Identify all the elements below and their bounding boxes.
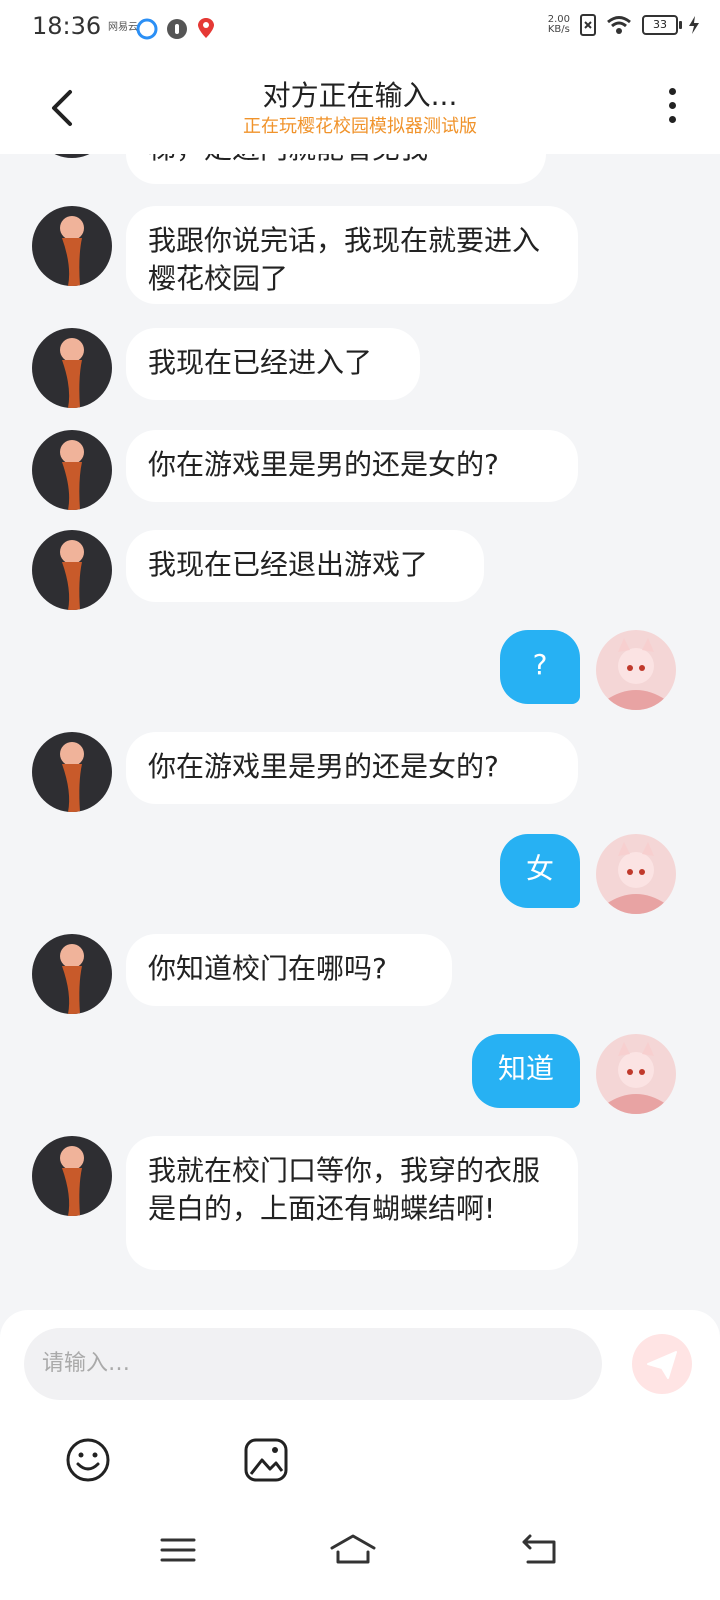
image-icon — [244, 1438, 288, 1482]
message-bubble[interactable]: 我现在已经进入了 — [126, 328, 420, 400]
contact-avatar[interactable] — [32, 154, 112, 158]
back-nav-button[interactable] — [516, 1530, 566, 1570]
avatar-image — [606, 842, 666, 914]
system-nav-bar — [0, 1520, 720, 1600]
message-bubble[interactable]: 你在游戏里是男的还是女的? — [126, 430, 578, 502]
home-nav-button[interactable] — [328, 1530, 378, 1570]
sim-icon — [580, 14, 596, 36]
message-list[interactable]: 梯，走进门就能看见我 我跟你说完话，我现在就要进入樱花校园了 我现在已经进入了 … — [0, 154, 720, 1312]
more-options-button[interactable] — [660, 84, 684, 128]
avatar-image — [60, 540, 84, 610]
notification-app-icon — [136, 18, 158, 40]
status-bar: 18:36 网易云 2.00 KB/s 33 — [0, 0, 720, 60]
user-avatar[interactable] — [596, 1034, 676, 1114]
contact-avatar[interactable] — [32, 934, 112, 1014]
avatar-image — [60, 440, 84, 510]
message-bubble[interactable]: 梯，走进门就能看见我 — [126, 154, 546, 184]
message-bubble[interactable]: 你在游戏里是男的还是女的? — [126, 732, 578, 804]
avatar-image — [606, 638, 666, 710]
message-input[interactable]: 请输入… — [24, 1328, 602, 1400]
contact-avatar[interactable] — [32, 732, 112, 812]
message-bubble[interactable]: 我现在已经退出游戏了 — [126, 530, 484, 602]
menu-icon — [160, 1538, 196, 1562]
back-arrow-icon — [522, 1534, 556, 1564]
voice-app-icon — [167, 19, 187, 39]
send-icon — [647, 1351, 677, 1379]
image-button[interactable] — [242, 1436, 290, 1484]
chat-title: 对方正在输入... — [262, 79, 458, 112]
message-bubble-self[interactable]: 知道 — [472, 1034, 580, 1108]
battery-indicator: 33 — [642, 15, 682, 35]
send-button[interactable] — [632, 1334, 692, 1394]
net-speed: 2.00 KB/s — [547, 14, 570, 35]
avatar-image — [60, 338, 84, 408]
user-avatar[interactable] — [596, 630, 676, 710]
charging-icon — [689, 16, 699, 34]
chat-subtitle: 正在玩樱花校园模拟器测试版 — [243, 116, 477, 137]
wifi-icon — [607, 16, 631, 34]
home-icon — [330, 1534, 376, 1564]
message-bubble-self[interactable]: 女 — [500, 834, 580, 908]
contact-avatar[interactable] — [32, 206, 112, 286]
emoji-icon — [66, 1438, 110, 1482]
avatar-image — [60, 944, 84, 1014]
message-bubble[interactable]: 我跟你说完话，我现在就要进入樱花校园了 — [126, 206, 578, 304]
avatar-image — [60, 1146, 84, 1216]
avatar-image — [606, 1042, 666, 1114]
emoji-button[interactable] — [64, 1436, 112, 1484]
contact-avatar[interactable] — [32, 1136, 112, 1216]
avatar-image — [60, 216, 84, 286]
message-bubble[interactable]: 你知道校门在哪吗? — [126, 934, 452, 1006]
contact-avatar[interactable] — [32, 430, 112, 510]
chat-header: 对方正在输入... 正在玩樱花校园模拟器测试版 — [0, 60, 720, 154]
contact-avatar[interactable] — [32, 328, 112, 408]
location-app-icon — [198, 18, 214, 38]
more-vertical-icon — [660, 88, 684, 123]
message-bubble[interactable]: 我就在校门口等你，我穿的衣服是白的，上面还有蝴蝶结啊! — [126, 1136, 578, 1270]
user-avatar[interactable] — [596, 834, 676, 914]
message-bubble-self[interactable]: ? — [500, 630, 580, 704]
status-time: 18:36 — [32, 12, 102, 40]
avatar-image — [60, 742, 84, 812]
menu-nav-button[interactable] — [154, 1530, 204, 1570]
status-app-label: 网易云 — [108, 22, 138, 33]
contact-avatar[interactable] — [32, 530, 112, 610]
